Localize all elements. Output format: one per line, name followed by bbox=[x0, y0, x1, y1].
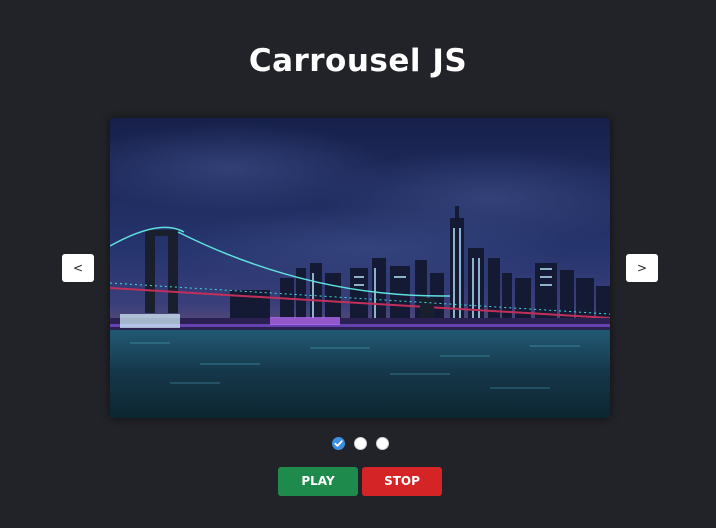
page: Carrousel JS < > PLAY STOP bbox=[0, 0, 716, 528]
play-button[interactable]: PLAY bbox=[278, 467, 358, 496]
previous-slide-button[interactable]: < bbox=[62, 254, 94, 282]
slide-indicator-2[interactable] bbox=[354, 437, 367, 450]
next-slide-button[interactable]: > bbox=[626, 254, 658, 282]
check-icon bbox=[334, 440, 343, 447]
page-title: Carrousel JS bbox=[248, 43, 468, 79]
stop-button[interactable]: STOP bbox=[362, 467, 442, 496]
carousel-slide bbox=[110, 118, 610, 418]
city-skyline-image bbox=[110, 118, 610, 418]
slide-indicators bbox=[332, 437, 392, 451]
slide-indicator-3[interactable] bbox=[376, 437, 389, 450]
slide-indicator-1[interactable] bbox=[332, 437, 345, 450]
